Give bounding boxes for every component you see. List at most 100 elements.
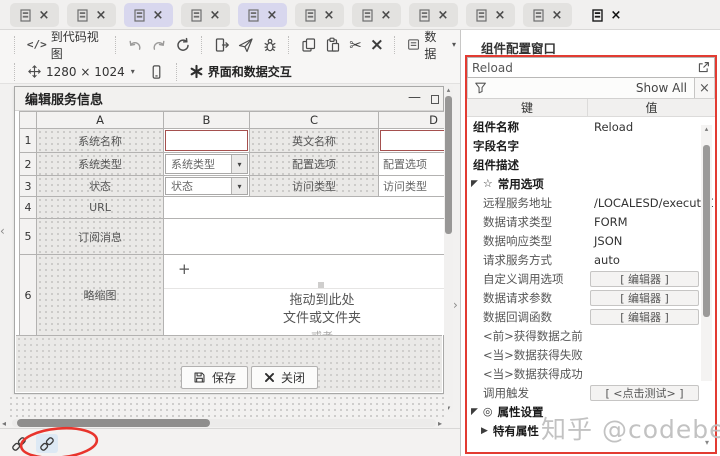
row-header-6[interactable]: 6 <box>20 255 37 335</box>
chevron-down-icon[interactable]: ▾ <box>231 178 247 194</box>
close-icon[interactable]: × <box>611 9 622 22</box>
link-selected-icon[interactable] <box>36 434 58 453</box>
property-row[interactable]: 调用触发[ <点击测试> ] <box>469 383 713 402</box>
close-icon[interactable]: × <box>153 9 164 22</box>
column-header-d[interactable]: D <box>379 112 444 129</box>
cut-scissors-icon[interactable]: ✂ <box>345 36 366 54</box>
maximize-button[interactable] <box>431 95 439 104</box>
to-code-view-button[interactable]: </> 到代码视图 <box>23 28 109 62</box>
column-header-a[interactable]: A <box>37 112 164 129</box>
label-subscribe[interactable]: 订阅消息 <box>37 219 164 255</box>
event-row[interactable]: <前>获得数据之前 <box>469 326 713 345</box>
label-access-type[interactable]: 访问类型 <box>250 176 379 197</box>
property-row[interactable]: 字段名字 <box>469 136 713 155</box>
group-row-attribute-settings[interactable]: ◤◎属性设置 <box>469 402 713 421</box>
property-row[interactable]: 数据响应类型JSON <box>469 231 713 250</box>
close-icon[interactable]: × <box>495 9 506 22</box>
tab-document-7[interactable]: × <box>352 3 401 27</box>
tab-document-6[interactable]: × <box>295 3 344 27</box>
minimize-button[interactable]: — <box>408 90 421 105</box>
editor-button[interactable]: [ 编辑器 ] <box>590 309 699 325</box>
scrollbar-thumb[interactable] <box>17 419 210 427</box>
scrollbar-thumb[interactable] <box>445 96 452 234</box>
tree-collapsed-icon[interactable]: ▶ <box>481 426 488 436</box>
refresh-icon[interactable] <box>171 37 195 53</box>
scroll-down-arrow[interactable]: ▾ <box>705 438 709 447</box>
value-column-header[interactable]: 值 <box>588 99 715 116</box>
row-header-4[interactable]: 4 <box>20 197 37 219</box>
property-row[interactable]: 数据请求类型FORM <box>469 212 713 231</box>
clear-filter-button[interactable]: × <box>694 78 714 98</box>
scrollbar-thumb[interactable] <box>703 145 710 317</box>
row-header-3[interactable]: 3 <box>20 176 37 197</box>
close-icon[interactable]: × <box>39 9 50 22</box>
expand-right-arrow[interactable]: › <box>453 298 458 312</box>
undo-button[interactable] <box>123 37 147 53</box>
scroll-right-arrow[interactable]: ▸ <box>438 419 442 428</box>
system-type-dropdown[interactable]: 系统类型 ▾ <box>165 154 248 174</box>
scroll-up-arrow[interactable]: ▴ <box>701 125 712 133</box>
tab-document-2[interactable]: × <box>67 3 116 27</box>
tab-document-11[interactable]: × <box>582 3 631 27</box>
property-row[interactable]: 组件描述 <box>469 155 713 174</box>
event-row[interactable]: <当>数据获得成功 <box>469 364 713 383</box>
tab-document-5[interactable]: × <box>238 3 287 27</box>
subscribe-field[interactable] <box>164 219 444 255</box>
property-row[interactable]: 数据请求参数[ 编辑器 ] <box>469 288 713 307</box>
chevron-down-icon[interactable]: ▾ <box>231 155 247 173</box>
close-icon[interactable]: × <box>381 9 392 22</box>
ui-data-interaction-button[interactable]: 界面和数据交互 <box>185 63 296 80</box>
property-row[interactable]: 自定义调用选项[ 编辑器 ] <box>469 269 713 288</box>
data-menu-button[interactable]: 数据 ▾ <box>403 28 460 62</box>
panel-vertical-scrollbar[interactable]: ▴ <box>701 125 712 381</box>
tab-document-1[interactable]: × <box>10 3 59 27</box>
export-button[interactable] <box>210 37 234 53</box>
config-options-field[interactable]: 配置选项 <box>379 153 444 176</box>
label-url[interactable]: URL <box>37 197 164 219</box>
tab-document-9[interactable]: × <box>466 3 515 27</box>
close-icon[interactable]: × <box>324 9 335 22</box>
label-system-type[interactable]: 系统类型 <box>37 153 164 176</box>
delete-x-button[interactable]: × <box>366 35 388 55</box>
resolution-select[interactable]: 1280 × 1024 ▾ <box>23 64 139 79</box>
debug-bug-icon[interactable] <box>258 37 282 53</box>
open-external-icon[interactable] <box>697 61 710 74</box>
row-header-5[interactable]: 5 <box>20 219 37 255</box>
tree-expanded-icon[interactable]: ◤ <box>471 179 478 189</box>
english-name-input[interactable] <box>380 130 444 151</box>
property-row[interactable]: 请求服务方式auto <box>469 250 713 269</box>
property-row[interactable]: 组件名称Reload <box>469 117 713 136</box>
add-file-button[interactable]: + <box>178 260 191 278</box>
click-test-button[interactable]: [ <点击测试> ] <box>590 385 699 401</box>
canvas-horizontal-scrollbar[interactable]: ◂ ▸ <box>0 418 448 428</box>
tree-expanded-icon[interactable]: ◤ <box>471 407 478 417</box>
label-status[interactable]: 状态 <box>37 176 164 197</box>
system-name-input[interactable] <box>165 130 248 151</box>
collapse-left-arrow[interactable]: ‹ <box>0 224 5 238</box>
column-header-b[interactable]: B <box>164 112 250 129</box>
tab-document-3[interactable]: × <box>124 3 173 27</box>
editor-button[interactable]: [ 编辑器 ] <box>590 271 699 287</box>
tab-document-8[interactable]: × <box>409 3 458 27</box>
paste-button[interactable] <box>321 37 345 53</box>
row-header-2[interactable]: 2 <box>20 153 37 176</box>
property-row[interactable]: 远程服务地址/LOCALESD/executeCMD <box>469 193 713 212</box>
tab-document-4[interactable]: × <box>181 3 230 27</box>
show-all-toggle[interactable]: Show All <box>636 81 687 95</box>
close-button[interactable]: 关闭 <box>251 366 318 389</box>
editor-button[interactable]: [ 编辑器 ] <box>590 290 699 306</box>
column-header-c[interactable]: C <box>250 112 379 129</box>
property-row[interactable]: 数据回调函数[ 编辑器 ] <box>469 307 713 326</box>
scroll-left-arrow[interactable]: ◂ <box>2 419 6 428</box>
label-thumbnail[interactable]: 略缩图 <box>37 255 164 335</box>
close-icon[interactable]: × <box>438 9 449 22</box>
label-config-options[interactable]: 配置选项 <box>250 153 379 176</box>
group-row-special-attributes[interactable]: ▶特有属性 <box>469 421 713 440</box>
url-field[interactable] <box>164 197 444 219</box>
key-column-header[interactable]: 键 <box>467 99 588 116</box>
close-icon[interactable]: × <box>96 9 107 22</box>
phone-preview-button[interactable] <box>145 64 168 80</box>
close-icon[interactable]: × <box>210 9 221 22</box>
status-dropdown[interactable]: 状态 ▾ <box>165 177 248 195</box>
canvas-vertical-scrollbar[interactable]: ▴ ▾ <box>444 86 453 412</box>
